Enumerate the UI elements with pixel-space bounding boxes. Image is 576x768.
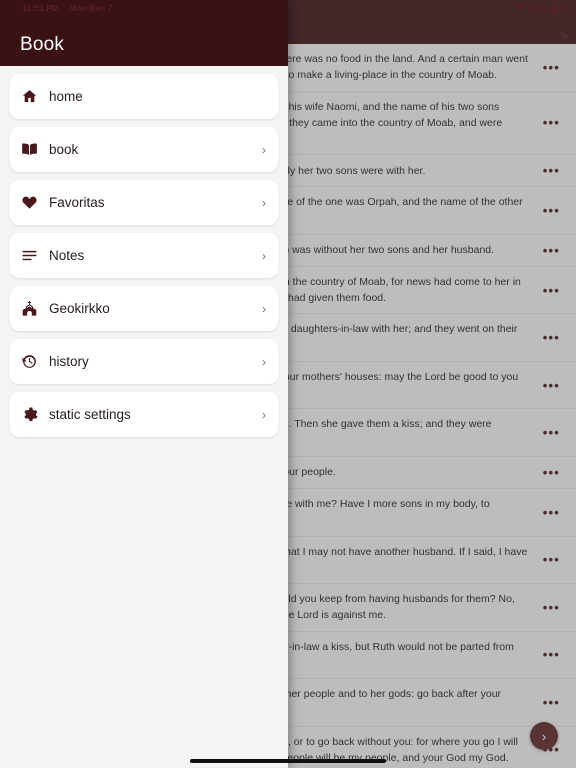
- drawer-item-label: Geokirkko: [49, 301, 110, 316]
- drawer-item-label: static settings: [49, 407, 131, 422]
- drawer-item-geokirkko[interactable]: Geokirkko ›: [10, 286, 278, 331]
- status-time: 11:51 PM: [22, 3, 60, 13]
- drawer-item-history[interactable]: history ›: [10, 339, 278, 384]
- wifi-icon: [514, 3, 525, 13]
- drawer-item-label: home: [49, 89, 83, 104]
- verse-overflow-menu-icon[interactable]: •••: [539, 242, 564, 259]
- drawer-item-content: book: [21, 141, 78, 158]
- drawer-item-content: Notes: [21, 247, 84, 264]
- drawer-item-label: Favoritas: [49, 195, 105, 210]
- verse-overflow-menu-icon[interactable]: •••: [539, 329, 564, 346]
- status-bar: 11:51 PM Mon Dec 7 49%: [0, 0, 576, 16]
- battery-icon: [550, 4, 566, 12]
- book-icon: [21, 141, 38, 158]
- chevron-right-icon: ›: [541, 728, 547, 744]
- drawer-item-label: book: [49, 142, 79, 157]
- drawer-item-content: history: [21, 353, 89, 370]
- verse-overflow-menu-icon[interactable]: •••: [539, 282, 564, 299]
- appbar-collapse-icon[interactable]: ↘: [560, 30, 568, 41]
- verse-overflow-menu-icon[interactable]: •••: [539, 599, 564, 616]
- verse-overflow-menu-icon[interactable]: •••: [539, 504, 564, 521]
- chevron-right-icon: ›: [262, 142, 266, 157]
- battery-percent: 49%: [528, 3, 546, 13]
- chevron-right-icon: ›: [262, 195, 266, 210]
- appbar-right-group: ↘: [560, 30, 568, 41]
- verse-overflow-menu-icon[interactable]: •••: [539, 694, 564, 711]
- drawer-item-content: static settings: [21, 406, 131, 423]
- drawer-item-notes[interactable]: Notes ›: [10, 233, 278, 278]
- drawer-item-label: history: [49, 354, 89, 369]
- home-icon: [21, 88, 38, 105]
- drawer-item-favoritas[interactable]: Favoritas ›: [10, 180, 278, 225]
- drawer-item-content: Favoritas: [21, 194, 105, 211]
- verse-overflow-menu-icon[interactable]: •••: [539, 646, 564, 663]
- drawer-item-content: Geokirkko: [21, 300, 110, 317]
- drawer-item-home[interactable]: home›: [10, 74, 278, 119]
- history-icon: [21, 353, 38, 370]
- home-indicator: [190, 759, 386, 763]
- drawer-item-label: Notes: [49, 248, 85, 263]
- verse-overflow-menu-icon[interactable]: •••: [539, 551, 564, 568]
- drawer-item-content: home: [21, 88, 83, 105]
- drawer-menu-list: home›book›Favoritas›Notes›Geokirkko›hist…: [0, 66, 288, 768]
- notes-icon: [21, 247, 38, 264]
- verse-overflow-menu-icon[interactable]: •••: [539, 114, 564, 131]
- status-bar-right: 49%: [514, 3, 566, 13]
- verse-overflow-menu-icon[interactable]: •••: [539, 162, 564, 179]
- drawer-item-book[interactable]: book ›: [10, 127, 278, 172]
- next-chapter-button[interactable]: ›: [530, 722, 558, 750]
- verse-overflow-menu-icon[interactable]: •••: [539, 202, 564, 219]
- verse-overflow-menu-icon[interactable]: •••: [539, 424, 564, 441]
- heart-icon: [21, 194, 38, 211]
- chevron-right-icon: ›: [262, 248, 266, 263]
- chevron-right-icon: ›: [262, 301, 266, 316]
- status-bar-left: 11:51 PM Mon Dec 7: [22, 3, 113, 13]
- verse-overflow-menu-icon[interactable]: •••: [539, 464, 564, 481]
- church-icon: [21, 300, 38, 317]
- chevron-right-icon: ›: [262, 354, 266, 369]
- navigation-drawer: Book home›book›Favoritas›Notes›Geokirkko…: [0, 0, 288, 768]
- status-date: Mon Dec 7: [69, 3, 113, 13]
- verse-overflow-menu-icon[interactable]: •••: [539, 377, 564, 394]
- chevron-right-icon: ›: [262, 407, 266, 422]
- app-root: ‖ ‖ ↘ Now there came a time, in the days…: [0, 0, 576, 768]
- gear-icon: [21, 406, 38, 423]
- drawer-item-static-settings[interactable]: static settings ›: [10, 392, 278, 437]
- verse-overflow-menu-icon[interactable]: •••: [539, 59, 564, 76]
- drawer-title: Book: [20, 34, 65, 55]
